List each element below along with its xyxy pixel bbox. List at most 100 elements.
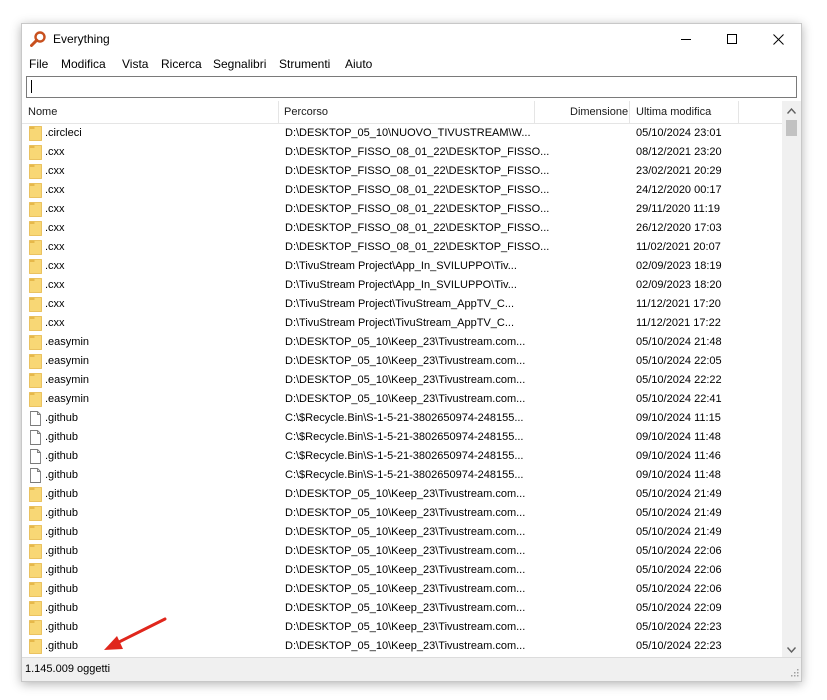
resize-grip-icon[interactable] [789, 666, 799, 680]
file-icon [29, 411, 42, 426]
table-row[interactable]: .github C:\$Recycle.Bin\S-1-5-21-38026509… [22, 447, 782, 466]
table-row[interactable]: .circleci D:\DESKTOP_05_10\NUOVO_TIVUSTRE… [22, 124, 782, 143]
file-modified: 05/10/2024 21:49 [636, 507, 722, 519]
file-modified: 09/10/2024 11:48 [636, 431, 721, 443]
file-path: D:\DESKTOP_FISSO_08_01_22\DESKTOP_FISSO.… [285, 165, 550, 177]
file-path: D:\DESKTOP_FISSO_08_01_22\DESKTOP_FISSO.… [285, 203, 550, 215]
menu-file[interactable]: File [29, 57, 48, 71]
column-modified[interactable]: Ultima modifica [636, 101, 711, 123]
table-row[interactable]: .easymin D:\DESKTOP_05_10\Keep_23\Tivustr… [22, 390, 782, 409]
column-separator[interactable] [629, 101, 630, 123]
menu-bar: File Modifica Vista Ricerca Segnalibri S… [22, 54, 801, 74]
table-row[interactable]: .cxx D:\DESKTOP_FISSO_08_01_22\DESKTOP_FI… [22, 162, 782, 181]
folder-icon [29, 202, 42, 217]
column-name[interactable]: Nome [28, 101, 57, 123]
menu-strumenti[interactable]: Strumenti [279, 57, 330, 71]
table-row[interactable]: .easymin D:\DESKTOP_05_10\Keep_23\Tivustr… [22, 352, 782, 371]
table-row[interactable]: .easymin D:\DESKTOP_05_10\Keep_23\Tivustr… [22, 371, 782, 390]
menu-modifica[interactable]: Modifica [61, 57, 106, 71]
file-modified: 05/10/2024 22:23 [636, 640, 722, 652]
file-name: .cxx [45, 222, 65, 234]
minimize-button[interactable] [663, 24, 709, 54]
file-name: .github [45, 602, 79, 614]
menu-segnalibri[interactable]: Segnalibri [213, 57, 266, 71]
table-row[interactable]: .github C:\$Recycle.Bin\S-1-5-21-38026509… [22, 428, 782, 447]
file-modified: 05/10/2024 22:06 [636, 545, 722, 557]
file-name: .cxx [45, 317, 65, 329]
file-modified: 05/10/2024 23:01 [636, 127, 722, 139]
results-list: .circleci D:\DESKTOP_05_10\NUOVO_TIVUSTRE… [22, 124, 782, 657]
table-row[interactable]: .cxx D:\DESKTOP_FISSO_08_01_22\DESKTOP_FI… [22, 181, 782, 200]
scroll-up-button[interactable] [782, 101, 801, 118]
folder-icon [29, 582, 42, 597]
folder-icon [29, 354, 42, 369]
file-name: .github [45, 564, 79, 576]
vertical-scrollbar[interactable] [782, 101, 801, 657]
file-path: D:\TivuStream Project\App_In_SVILUPPO\Ti… [285, 279, 517, 291]
file-path: D:\DESKTOP_FISSO_08_01_22\DESKTOP_FISSO.… [285, 146, 550, 158]
menu-vista[interactable]: Vista [122, 57, 148, 71]
table-row[interactable]: .github D:\DESKTOP_05_10\Keep_23\Tivustre… [22, 523, 782, 542]
file-name: .easymin [45, 355, 90, 367]
table-row[interactable]: .cxx D:\DESKTOP_FISSO_08_01_22\DESKTOP_FI… [22, 219, 782, 238]
folder-icon [29, 164, 42, 179]
table-row[interactable]: .github D:\DESKTOP_05_10\Keep_23\Tivustre… [22, 618, 782, 637]
file-modified: 11/02/2021 20:07 [636, 241, 721, 253]
file-path: D:\TivuStream Project\TivuStream_AppTV_C… [285, 298, 515, 310]
file-name: .github [45, 640, 79, 652]
table-row[interactable]: .cxx D:\TivuStream Project\TivuStream_App… [22, 314, 782, 333]
menu-ricerca[interactable]: Ricerca [161, 57, 202, 71]
table-row[interactable]: .github D:\DESKTOP_05_10\Keep_23\Tivustre… [22, 561, 782, 580]
file-modified: 05/10/2024 21:48 [636, 336, 722, 348]
folder-icon [29, 620, 42, 635]
scroll-down-button[interactable] [782, 640, 801, 657]
table-row[interactable]: .github C:\$Recycle.Bin\S-1-5-21-38026509… [22, 466, 782, 485]
table-row[interactable]: .github D:\DESKTOP_05_10\Keep_23\Tivustre… [22, 542, 782, 561]
table-row[interactable]: .cxx D:\DESKTOP_FISSO_08_01_22\DESKTOP_FI… [22, 143, 782, 162]
file-path: D:\DESKTOP_05_10\Keep_23\Tivustream.com.… [285, 526, 526, 538]
table-row[interactable]: .cxx D:\DESKTOP_FISSO_08_01_22\DESKTOP_FI… [22, 238, 782, 257]
table-row[interactable]: .github D:\DESKTOP_05_10\Keep_23\Tivustre… [22, 504, 782, 523]
file-path: D:\TivuStream Project\App_In_SVILUPPO\Ti… [285, 260, 517, 272]
file-path: D:\DESKTOP_05_10\Keep_23\Tivustream.com.… [285, 374, 526, 386]
file-modified: 29/11/2020 11:19 [636, 203, 721, 215]
file-path: D:\DESKTOP_05_10\Keep_23\Tivustream.com.… [285, 393, 526, 405]
table-row[interactable]: .cxx D:\DESKTOP_FISSO_08_01_22\DESKTOP_FI… [22, 200, 782, 219]
file-path: D:\DESKTOP_05_10\Keep_23\Tivustream.com.… [285, 336, 526, 348]
column-path[interactable]: Percorso [284, 101, 328, 123]
file-name: .cxx [45, 298, 65, 310]
table-row[interactable]: .cxx D:\TivuStream Project\TivuStream_App… [22, 295, 782, 314]
file-modified: 02/09/2023 18:20 [636, 279, 722, 291]
title-bar[interactable]: Everything [22, 24, 801, 54]
file-path: D:\DESKTOP_05_10\Keep_23\Tivustream.com.… [285, 545, 526, 557]
table-row[interactable]: .github D:\DESKTOP_05_10\Keep_23\Tivustre… [22, 485, 782, 504]
file-name: .cxx [45, 146, 65, 158]
file-name: .github [45, 469, 79, 481]
column-separator[interactable] [738, 101, 739, 123]
file-modified: 05/10/2024 22:05 [636, 355, 722, 367]
table-row[interactable]: .cxx D:\TivuStream Project\App_In_SVILUPP… [22, 257, 782, 276]
file-name: .cxx [45, 260, 65, 272]
file-modified: 26/12/2020 17:03 [636, 222, 722, 234]
file-path: C:\$Recycle.Bin\S-1-5-21-3802650974-2481… [285, 450, 524, 462]
menu-aiuto[interactable]: Aiuto [345, 57, 372, 71]
table-row[interactable]: .github C:\$Recycle.Bin\S-1-5-21-38026509… [22, 409, 782, 428]
scroll-thumb[interactable] [786, 120, 797, 136]
table-row[interactable]: .github D:\DESKTOP_05_10\Keep_23\Tivustre… [22, 637, 782, 656]
maximize-button[interactable] [709, 24, 755, 54]
search-input[interactable] [26, 76, 797, 98]
file-modified: 23/02/2021 20:29 [636, 165, 722, 177]
folder-icon [29, 297, 42, 312]
column-separator[interactable] [534, 101, 535, 123]
close-button[interactable] [755, 24, 801, 54]
chevron-down-icon [786, 642, 797, 656]
folder-icon [29, 335, 42, 350]
table-row[interactable]: .github D:\DESKTOP_05_10\Keep_23\Tivustre… [22, 599, 782, 618]
table-row[interactable]: .github D:\DESKTOP_05_10\Keep_23\Tivustre… [22, 580, 782, 599]
table-row[interactable]: .easymin D:\DESKTOP_05_10\Keep_23\Tivustr… [22, 333, 782, 352]
column-size[interactable]: Dimensione [570, 101, 628, 123]
file-path: D:\DESKTOP_05_10\Keep_23\Tivustream.com.… [285, 564, 526, 576]
table-row[interactable]: .cxx D:\TivuStream Project\App_In_SVILUPP… [22, 276, 782, 295]
column-separator[interactable] [278, 101, 279, 123]
chevron-up-icon [786, 103, 797, 117]
